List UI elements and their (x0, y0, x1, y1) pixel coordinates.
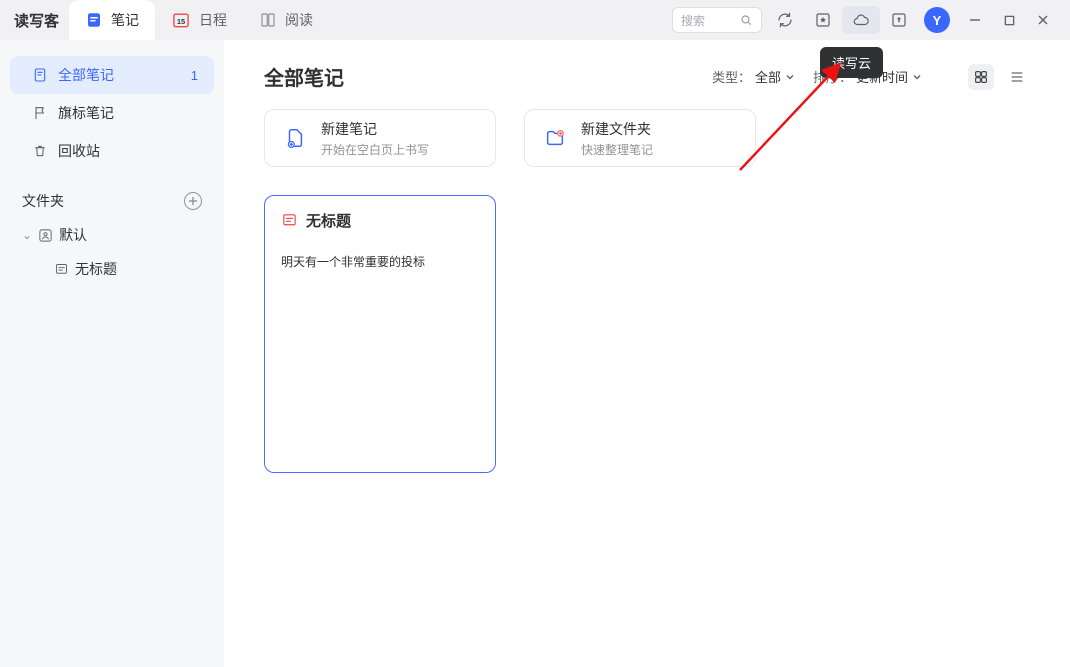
note-card[interactable]: 无标题 明天有一个非常重要的投标 (264, 195, 496, 473)
tab-notes[interactable]: 笔记 (69, 0, 155, 40)
filter-sort-label: 排序： (813, 67, 852, 86)
sidebar-item-label: 全部笔记 (58, 65, 114, 85)
minimize-icon (969, 14, 981, 26)
tree-note-label: 无标题 (75, 259, 117, 279)
filter-type[interactable]: 类型： 全部 (712, 67, 795, 86)
note-card-title: 无标题 (306, 210, 351, 231)
export-icon (890, 11, 908, 29)
note-small-icon (54, 262, 69, 277)
flag-icon (32, 105, 48, 121)
maximize-icon (1004, 15, 1015, 26)
note-small-icon (281, 212, 298, 229)
new-note-sub: 开始在空白页上书写 (321, 141, 429, 158)
sidebar-item-all-notes[interactable]: 全部笔记 1 (10, 56, 214, 94)
new-folder-title: 新建文件夹 (581, 119, 653, 139)
page-title: 全部笔记 (264, 62, 344, 91)
sidebar-folder-section: 文件夹 (0, 184, 224, 218)
plus-icon (188, 196, 198, 206)
search-placeholder: 搜索 (681, 12, 739, 29)
tab-calendar-label: 日程 (199, 10, 227, 30)
view-grid-button[interactable] (968, 64, 994, 90)
starred-button[interactable] (804, 6, 842, 34)
avatar-letter: Y (933, 13, 942, 28)
doc-icon (32, 67, 48, 83)
new-note-icon (281, 124, 309, 152)
tab-calendar[interactable]: 15 日程 (155, 0, 243, 40)
sync-icon (776, 11, 794, 29)
trash-icon (32, 143, 48, 159)
new-folder-icon (541, 124, 569, 152)
app-body: 全部笔记 1 旗标笔记 回收站 文件夹 ⌄ 默认 (0, 40, 1070, 667)
cloud-icon (852, 11, 870, 29)
app-name: 读写客 (14, 10, 59, 31)
chevron-down-icon (785, 72, 795, 82)
sidebar-item-trash[interactable]: 回收站 (10, 132, 214, 170)
filter-type-value: 全部 (755, 67, 781, 86)
sidebar-item-label: 回收站 (58, 141, 100, 161)
reader-icon (259, 11, 277, 29)
window-maximize[interactable] (992, 5, 1026, 35)
action-card-row: 新建笔记 开始在空白页上书写 新建文件夹 快速整理笔记 (264, 109, 1030, 167)
folder-section-label: 文件夹 (22, 191, 64, 211)
chevron-down-icon (912, 72, 922, 82)
sync-button[interactable] (766, 6, 804, 34)
filter-type-label: 类型： (712, 67, 751, 86)
tab-notes-label: 笔记 (111, 10, 139, 30)
main-header: 全部笔记 类型： 全部 排序： 更新时间 (264, 62, 1030, 91)
tab-reader[interactable]: 阅读 (243, 0, 329, 40)
export-button[interactable] (880, 6, 918, 34)
close-icon (1037, 14, 1049, 26)
sidebar-item-label: 旗标笔记 (58, 103, 114, 123)
new-note-title: 新建笔记 (321, 119, 429, 139)
window-close[interactable] (1026, 5, 1060, 35)
tree-folder-label: 默认 (59, 225, 87, 245)
list-icon (1009, 69, 1025, 85)
tree-folder-default[interactable]: ⌄ 默认 (0, 218, 224, 252)
sidebar: 全部笔记 1 旗标笔记 回收站 文件夹 ⌄ 默认 (0, 40, 224, 667)
titlebar: 读写客 笔记 15 日程 阅读 搜索 Y (0, 0, 1070, 40)
filter-sort-value: 更新时间 (856, 67, 908, 86)
note-icon (85, 11, 103, 29)
svg-text:15: 15 (177, 17, 185, 26)
tree-note-item[interactable]: 无标题 (0, 252, 224, 286)
new-note-card[interactable]: 新建笔记 开始在空白页上书写 (264, 109, 496, 167)
cloud-button[interactable] (842, 6, 880, 34)
grid-icon (973, 69, 989, 85)
search-icon (739, 13, 753, 27)
tab-reader-label: 阅读 (285, 10, 313, 30)
chevron-down-icon: ⌄ (22, 228, 32, 242)
new-folder-card[interactable]: 新建文件夹 快速整理笔记 (524, 109, 756, 167)
main-panel: 全部笔记 类型： 全部 排序： 更新时间 (224, 40, 1070, 667)
user-box-icon (38, 228, 53, 243)
view-switcher (968, 64, 1030, 90)
sidebar-item-flagged[interactable]: 旗标笔记 (10, 94, 214, 132)
note-card-body: 明天有一个非常重要的投标 (281, 253, 479, 270)
avatar[interactable]: Y (924, 7, 950, 33)
note-card-header: 无标题 (281, 210, 479, 231)
star-box-icon (814, 11, 832, 29)
add-folder-button[interactable] (184, 192, 202, 210)
window-minimize[interactable] (958, 5, 992, 35)
new-folder-sub: 快速整理笔记 (581, 141, 653, 158)
filter-sort[interactable]: 排序： 更新时间 (813, 67, 922, 86)
view-list-button[interactable] (1004, 64, 1030, 90)
search-input[interactable]: 搜索 (672, 7, 762, 33)
calendar-icon: 15 (171, 10, 191, 30)
sidebar-item-count: 1 (191, 68, 198, 83)
